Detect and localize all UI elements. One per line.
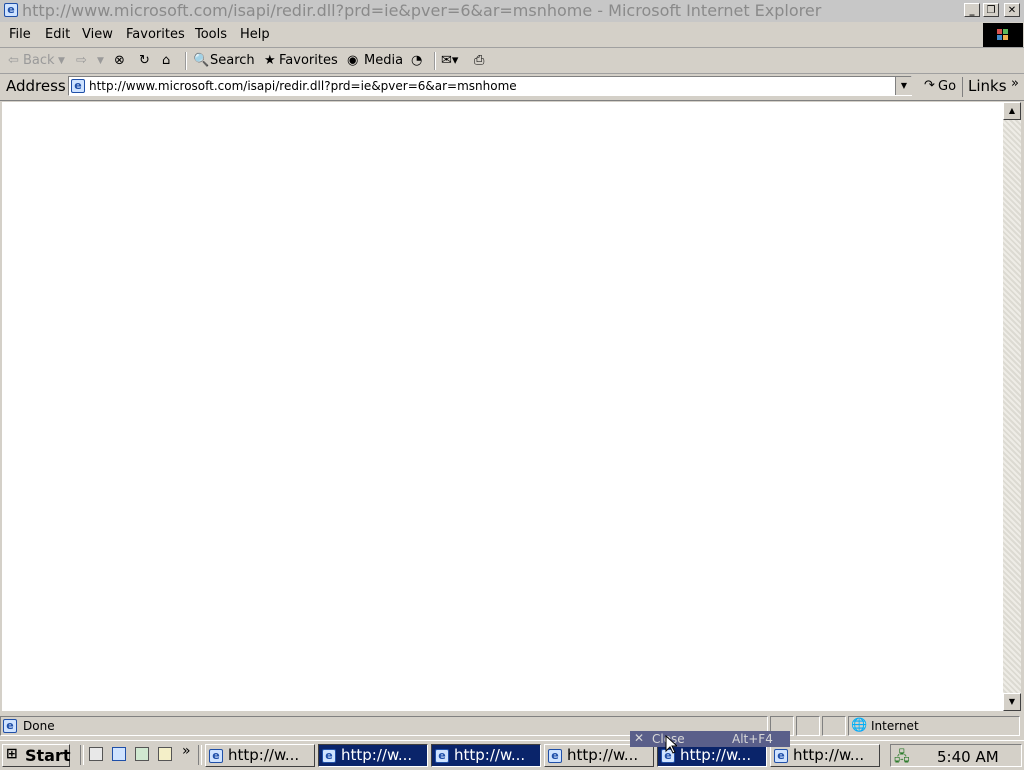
taskbar-button[interactable]: e http://w... xyxy=(318,744,428,767)
start-label: Start xyxy=(25,746,71,765)
taskbar-button-label: http://w... xyxy=(680,746,752,764)
taskbar-button[interactable]: e http://w... xyxy=(431,744,541,767)
close-icon: ✕ xyxy=(634,731,645,745)
address-dropdown-icon[interactable]: ▼ xyxy=(895,77,912,95)
menu-tools[interactable]: Tools xyxy=(195,27,227,42)
print-icon[interactable]: ⎙ xyxy=(474,53,484,68)
back-button[interactable]: Back xyxy=(23,53,55,68)
favorites-icon: ★ xyxy=(264,53,276,68)
toolbar-separator xyxy=(434,52,435,70)
favorites-button[interactable]: Favorites xyxy=(279,53,338,68)
status-panel xyxy=(796,716,820,736)
search-icon: 🔍 xyxy=(193,53,210,68)
ie-icon: e xyxy=(435,749,449,763)
address-label: Address xyxy=(6,77,66,95)
minimize-button[interactable]: _ xyxy=(964,3,980,17)
outlook-icon[interactable] xyxy=(135,747,149,761)
vertical-scrollbar[interactable]: ▲ ▼ xyxy=(1003,102,1021,711)
page-icon: e xyxy=(3,719,17,733)
forward-button[interactable]: ⇨ xyxy=(76,53,87,68)
start-button[interactable]: ⊞ Start xyxy=(2,744,71,767)
taskbar-button-label: http://w... xyxy=(341,746,413,764)
address-separator xyxy=(962,77,963,97)
tooltip-shortcut: Alt+F4 xyxy=(732,732,773,746)
mouse-cursor-icon xyxy=(665,734,679,758)
taskbar-button-label: http://w... xyxy=(228,746,300,764)
ie-icon: e xyxy=(4,3,18,17)
address-input[interactable]: e http://www.microsoft.com/isapi/redir.d… xyxy=(68,76,912,96)
scroll-up-icon[interactable]: ▲ xyxy=(1003,102,1021,120)
search-icon[interactable] xyxy=(158,747,172,761)
taskbar-button-label: http://w... xyxy=(454,746,526,764)
status-text: Done xyxy=(23,719,55,733)
standard-toolbar: ⇦ Back ▼ ⇨ ▼ ⊗ ↻ ⌂ 🔍 Search ★ Favorites … xyxy=(0,48,1024,74)
system-tray: 🖧 5:40 AM xyxy=(890,744,1022,767)
go-button[interactable]: Go xyxy=(938,79,956,94)
show-desktop-icon[interactable] xyxy=(89,747,103,761)
menu-edit[interactable]: Edit xyxy=(45,27,70,42)
menu-bar: File Edit View Favorites Tools Help xyxy=(0,23,1024,48)
taskbar: ⊞ Start » e http://w... e http://w... e … xyxy=(0,740,1024,769)
maximize-button[interactable]: ❐ xyxy=(983,3,999,17)
title-bar[interactable]: e http://www.microsoft.com/isapi/redir.d… xyxy=(0,0,1024,22)
ie-icon: e xyxy=(548,749,562,763)
globe-icon: 🌐 xyxy=(851,718,868,733)
taskbar-button[interactable]: e http://w... xyxy=(205,744,315,767)
page-content[interactable] xyxy=(2,102,1003,711)
menu-view[interactable]: View xyxy=(82,27,113,42)
close-button[interactable]: ✕ xyxy=(1004,3,1020,17)
back-dropdown-icon[interactable]: ▼ xyxy=(58,56,65,66)
media-button[interactable]: Media xyxy=(364,53,403,68)
refresh-icon[interactable]: ↻ xyxy=(139,53,150,68)
taskbar-button[interactable]: e http://w... xyxy=(544,744,654,767)
close-tooltip: ✕ Close Alt+F4 xyxy=(630,731,790,747)
ie-icon: e xyxy=(209,749,223,763)
links-button[interactable]: Links xyxy=(968,77,1007,95)
taskbar-button-label: http://w... xyxy=(793,746,865,764)
taskbar-button[interactable]: e http://w... xyxy=(770,744,880,767)
page-icon: e xyxy=(71,79,85,93)
go-arrow-icon: ↷ xyxy=(924,78,935,93)
mail-icon[interactable]: ✉▾ xyxy=(441,53,458,68)
chevron-right-icon[interactable]: » xyxy=(182,743,191,759)
windows-flag-icon: ⊞ xyxy=(6,746,18,762)
scroll-down-icon[interactable]: ▼ xyxy=(1003,693,1021,711)
menu-file[interactable]: File xyxy=(9,27,31,42)
search-button[interactable]: Search xyxy=(210,53,255,68)
history-icon[interactable]: ◔ xyxy=(411,53,422,68)
clock[interactable]: 5:40 AM xyxy=(937,748,999,766)
status-bar: e Done 🌐 Internet xyxy=(0,714,1024,738)
back-arrow-icon: ⇦ xyxy=(8,53,19,68)
status-panel xyxy=(822,716,846,736)
taskbar-separator xyxy=(198,745,202,765)
taskbar-separator xyxy=(80,745,84,765)
zone-panel: 🌐 Internet xyxy=(848,716,1020,736)
window-title: http://www.microsoft.com/isapi/redir.dll… xyxy=(22,1,822,20)
ie-icon: e xyxy=(774,749,788,763)
taskbar-button-label: http://w... xyxy=(567,746,639,764)
ie-icon[interactable] xyxy=(112,747,126,761)
stop-icon[interactable]: ⊗ xyxy=(114,53,125,68)
zone-text: Internet xyxy=(871,719,919,733)
forward-dropdown-icon[interactable]: ▼ xyxy=(97,56,104,66)
toolbar-separator xyxy=(185,52,186,70)
media-icon: ◉ xyxy=(347,53,359,68)
address-bar: Address e http://www.microsoft.com/isapi… xyxy=(0,74,1024,101)
chevron-right-icon[interactable]: » xyxy=(1011,76,1019,91)
network-icon[interactable]: 🖧 xyxy=(894,746,910,770)
ie-icon: e xyxy=(322,749,336,763)
home-icon[interactable]: ⌂ xyxy=(162,53,170,68)
address-url[interactable]: http://www.microsoft.com/isapi/redir.dll… xyxy=(89,79,517,93)
menu-favorites[interactable]: Favorites xyxy=(126,27,185,42)
menu-help[interactable]: Help xyxy=(240,27,270,42)
windows-logo-icon xyxy=(983,23,1023,47)
